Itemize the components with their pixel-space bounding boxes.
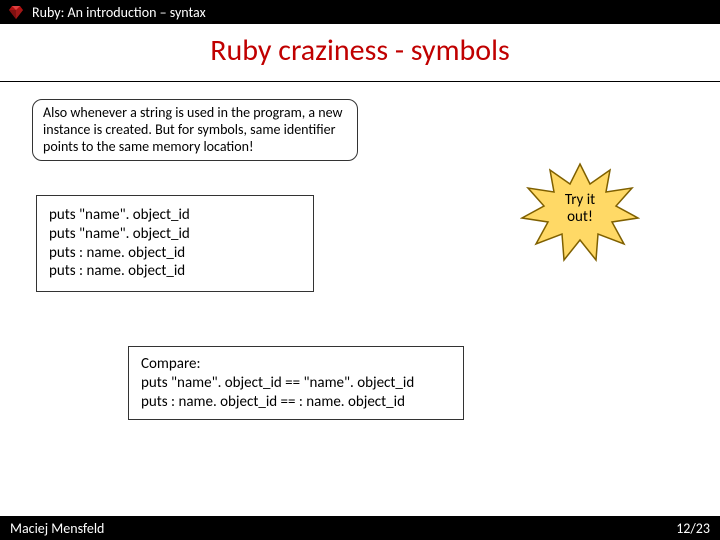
- code-example-2: Compare: puts "name". object_id == "name…: [128, 346, 464, 420]
- footer-bar: Maciej Mensfeld 12/23: [0, 516, 720, 540]
- ruby-logo-icon: [8, 4, 24, 20]
- header-bar: Ruby: An introduction – syntax: [0, 0, 720, 24]
- code-line: Compare:: [141, 355, 451, 374]
- try-it-callout: Try it out!: [520, 162, 640, 262]
- code-line: puts : name. object_id: [49, 244, 301, 263]
- starburst-line1: Try it: [565, 191, 595, 209]
- slide-title: Ruby craziness - symbols: [0, 24, 720, 82]
- code-line: puts "name". object_id: [49, 206, 301, 225]
- footer-page-number: 12/23: [676, 520, 710, 537]
- explanation-note: Also whenever a string is used in the pr…: [32, 99, 358, 161]
- code-line: puts "name". object_id == "name". object…: [141, 374, 451, 393]
- code-line: puts : name. object_id == : name. object…: [141, 393, 451, 412]
- code-line: puts "name". object_id: [49, 225, 301, 244]
- footer-author: Maciej Mensfeld: [10, 520, 104, 537]
- code-example-1: puts "name". object_id puts "name". obje…: [36, 195, 314, 292]
- starburst-line2: out!: [567, 208, 593, 226]
- starburst-text: Try it out!: [520, 192, 640, 227]
- code-line: puts : name. object_id: [49, 262, 301, 281]
- breadcrumb: Ruby: An introduction – syntax: [32, 4, 206, 21]
